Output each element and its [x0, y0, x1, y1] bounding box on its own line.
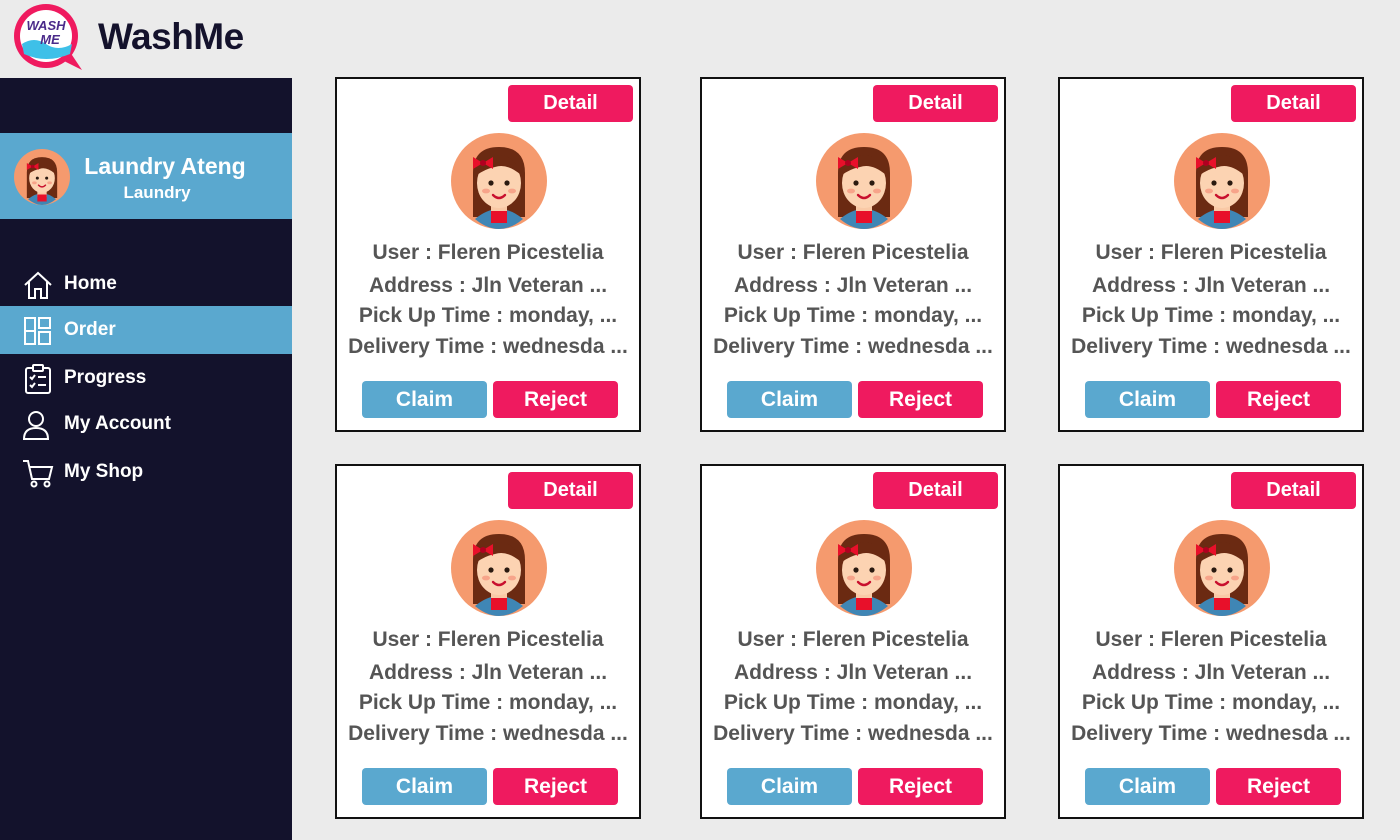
order-delivery-time: Delivery Time : wednesda ... [713, 335, 993, 358]
order-user: User : Fleren Picestelia [1095, 241, 1327, 264]
order-delivery-time: Delivery Time : wednesda ... [1071, 722, 1351, 745]
detail-button[interactable]: Detail [1231, 85, 1356, 122]
profile-role: Laundry [123, 183, 191, 202]
sidebar-item-label: Progress [64, 367, 147, 388]
svg-text:WASH: WASH [27, 18, 67, 33]
order-user: User : Fleren Picestelia [372, 628, 604, 651]
detail-button[interactable]: Detail [873, 85, 998, 122]
claim-button[interactable]: Claim [1085, 381, 1210, 418]
profile-panel[interactable]: Laundry Ateng Laundry [0, 133, 292, 219]
claim-button[interactable]: Claim [1085, 768, 1210, 805]
svg-text:ME: ME [40, 32, 60, 47]
sidebar-item-label: Order [64, 319, 116, 340]
clipboard-icon [22, 364, 54, 394]
order-card: Detail User : Fleren Picestelia Address … [1058, 464, 1364, 819]
order-card: Detail User : Fleren Picestelia Address … [335, 77, 641, 432]
home-icon [22, 270, 54, 300]
order-card: Detail User : Fleren Picestelia Address … [335, 464, 641, 819]
user-icon [22, 410, 54, 440]
detail-button[interactable]: Detail [508, 85, 633, 122]
sidebar: Laundry Ateng Laundry Home Order Progres… [0, 78, 292, 840]
cart-icon [22, 458, 54, 488]
sidebar-item-progress[interactable]: Progress [0, 354, 292, 402]
order-pickup-time: Pick Up Time : monday, ... [1081, 304, 1341, 327]
sidebar-item-label: My Account [64, 413, 171, 434]
user-avatar [451, 133, 547, 229]
reject-button[interactable]: Reject [493, 768, 618, 805]
reject-button[interactable]: Reject [493, 381, 618, 418]
order-address: Address : Jln Veteran ... [1091, 661, 1331, 684]
claim-button[interactable]: Claim [727, 381, 852, 418]
order-delivery-time: Delivery Time : wednesda ... [348, 335, 628, 358]
user-avatar [1174, 520, 1270, 616]
brand-title: WashMe [98, 16, 244, 57]
reject-button[interactable]: Reject [858, 768, 983, 805]
user-avatar [1174, 133, 1270, 229]
reject-button[interactable]: Reject [1216, 381, 1341, 418]
reject-button[interactable]: Reject [1216, 768, 1341, 805]
order-address: Address : Jln Veteran ... [733, 274, 973, 297]
reject-button[interactable]: Reject [858, 381, 983, 418]
claim-button[interactable]: Claim [727, 768, 852, 805]
detail-button[interactable]: Detail [508, 472, 633, 509]
order-pickup-time: Pick Up Time : monday, ... [1081, 691, 1341, 714]
order-pickup-time: Pick Up Time : monday, ... [723, 304, 983, 327]
order-card: Detail User : Fleren Picestelia Address … [1058, 77, 1364, 432]
sidebar-item-order[interactable]: Order [0, 306, 292, 354]
order-card: Detail User : Fleren Picestelia Address … [700, 77, 1006, 432]
washme-logo[interactable]: WASH ME [10, 4, 86, 72]
order-user: User : Fleren Picestelia [1095, 628, 1327, 651]
order-delivery-time: Delivery Time : wednesda ... [713, 722, 993, 745]
order-delivery-time: Delivery Time : wednesda ... [348, 722, 628, 745]
order-pickup-time: Pick Up Time : monday, ... [723, 691, 983, 714]
order-address: Address : Jln Veteran ... [368, 274, 608, 297]
dashboard-icon [22, 316, 54, 346]
sidebar-item-label: Home [64, 273, 117, 294]
order-address: Address : Jln Veteran ... [733, 661, 973, 684]
order-address: Address : Jln Veteran ... [1091, 274, 1331, 297]
sidebar-item-my-shop[interactable]: My Shop [0, 448, 292, 496]
claim-button[interactable]: Claim [362, 381, 487, 418]
order-pickup-time: Pick Up Time : monday, ... [358, 304, 618, 327]
sidebar-item-label: My Shop [64, 461, 144, 482]
order-pickup-time: Pick Up Time : monday, ... [358, 691, 618, 714]
order-card: Detail User : Fleren Picestelia Address … [700, 464, 1006, 819]
profile-avatar [14, 149, 70, 205]
profile-name: Laundry Ateng [84, 153, 246, 179]
sidebar-item-home[interactable]: Home [0, 260, 292, 308]
user-avatar [816, 520, 912, 616]
detail-button[interactable]: Detail [1231, 472, 1356, 509]
order-user: User : Fleren Picestelia [737, 628, 969, 651]
user-avatar [451, 520, 547, 616]
order-delivery-time: Delivery Time : wednesda ... [1071, 335, 1351, 358]
sidebar-item-my-account[interactable]: My Account [0, 400, 292, 448]
order-address: Address : Jln Veteran ... [368, 661, 608, 684]
claim-button[interactable]: Claim [362, 768, 487, 805]
order-user: User : Fleren Picestelia [737, 241, 969, 264]
order-user: User : Fleren Picestelia [372, 241, 604, 264]
detail-button[interactable]: Detail [873, 472, 998, 509]
user-avatar [816, 133, 912, 229]
